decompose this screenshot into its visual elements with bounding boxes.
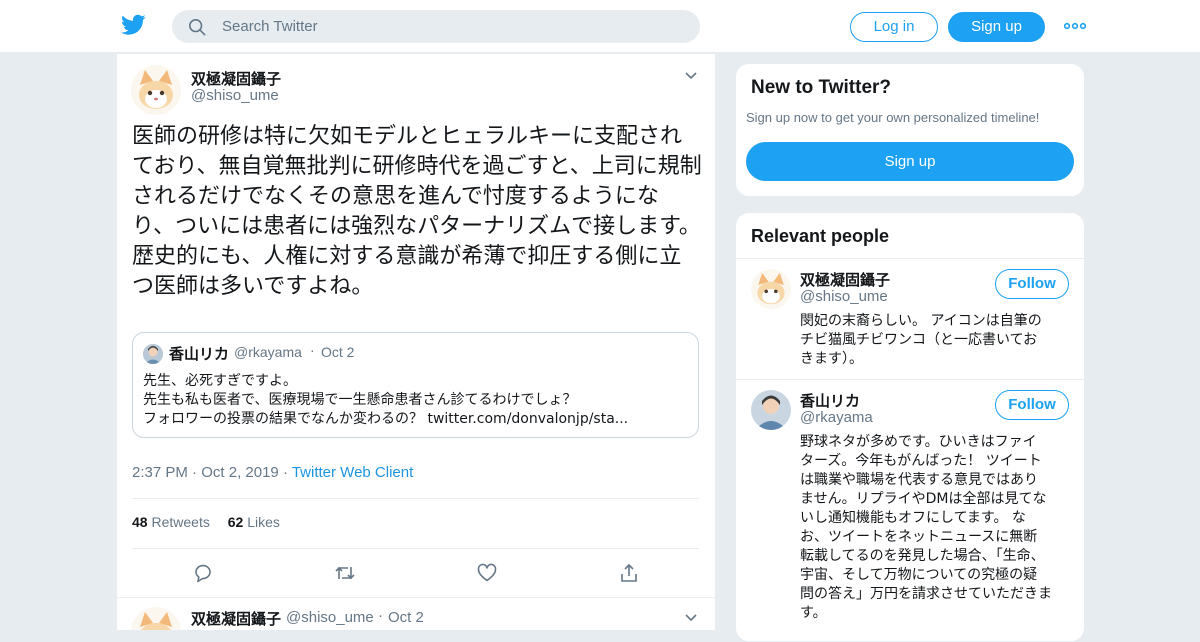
retweet-count-value: 48 [132, 514, 148, 530]
tweet-time: 2:37 PM [132, 464, 188, 481]
share-icon[interactable] [619, 563, 639, 583]
person-handle[interactable]: @shiso_ume [800, 288, 888, 305]
tweet-timestamp[interactable]: 2:37 PM · Oct 2, 2019 · Twitter Web Clie… [132, 464, 413, 481]
follow-button[interactable]: Follow [995, 390, 1069, 420]
like-count-label: Likes [247, 514, 280, 530]
person-bio: 野球ネタが多めです。ひいきはファイ ターズ。今年もがんばった！ ツイート は職業… [800, 433, 1068, 623]
next-tweet-author-handle[interactable]: @shiso_ume [286, 609, 374, 626]
person-avatar-icon [751, 390, 791, 430]
like-icon[interactable] [477, 563, 497, 583]
bio-line: いし通知機能もオフにしてます。 な [800, 510, 1026, 526]
relevant-people-title: Relevant people [751, 226, 890, 246]
next-tweet-date[interactable]: Oct 2 [388, 609, 424, 626]
quoted-author-handle: @rkayama [234, 344, 302, 360]
bio-line: 閔妃の末裔らしい。 アイコンは自筆の [800, 313, 1042, 329]
signup-button[interactable]: Sign up [948, 12, 1045, 42]
follow-button[interactable]: Follow [995, 269, 1069, 299]
twitter-bird-icon[interactable] [121, 14, 146, 36]
quoted-text-line: 先生も私も医者で、医療現場で一生懸命患者さん診てるわけでしょ？ [143, 392, 577, 408]
like-count[interactable]: 62 Likes [228, 514, 280, 530]
signup-card: New to Twitter? Sign up now to get your … [735, 63, 1085, 197]
bio-line: す。 [800, 605, 827, 621]
avatar[interactable] [131, 65, 181, 115]
divider [117, 597, 715, 598]
reply-icon[interactable] [193, 563, 213, 583]
tweet-date: Oct 2, 2019 [201, 464, 279, 481]
person-avatar-icon [143, 344, 163, 364]
tweet-column: 双極凝固鑷子 @shiso_ume 医師の研修は特に欠如モデルとヒェラルキーに支… [116, 54, 716, 630]
chevron-down-icon[interactable] [684, 71, 698, 81]
divider [736, 258, 1084, 259]
person-name[interactable]: 双極凝固鑷子 [800, 269, 890, 290]
next-tweet-author-name[interactable]: 双極凝固鑷子 [191, 608, 281, 629]
quoted-text-line: 先生、必死すぎですよ。 [143, 373, 297, 389]
quoted-date: Oct 2 [321, 344, 355, 360]
tweet-text: 医師の研修は特に欠如モデルとヒェラルキーに支配されており、無自覚無批判に研修時代… [132, 124, 702, 299]
tweet-stats: 48 Retweets 62 Likes [132, 514, 280, 530]
chevron-down-icon[interactable] [684, 613, 698, 623]
cat-avatar-icon [131, 607, 181, 630]
bio-line: は職業や職場を代表する意見ではあり [800, 472, 1038, 488]
bio-line: ターズ。今年もがんばった！ ツイート [800, 453, 1042, 469]
bio-line: お、ツイートをネットニュースに無断 [800, 529, 1038, 545]
bio-line: ません。リプライやDMは全部は見てな [800, 491, 1047, 507]
tweet-client-link[interactable]: Twitter Web Client [292, 464, 413, 481]
quoted-dot-separator: · [310, 342, 315, 358]
quoted-avatar [143, 344, 163, 364]
author-handle[interactable]: @shiso_ume [191, 87, 279, 104]
retweet-icon[interactable] [335, 563, 355, 583]
dot-separator: · [378, 607, 383, 624]
dot-separator: · [187, 464, 202, 481]
person-avatar[interactable] [751, 269, 791, 309]
cat-avatar-icon [751, 269, 791, 309]
person-avatar[interactable] [751, 390, 791, 430]
divider [132, 548, 699, 549]
signup-card-subtitle: Sign up now to get your own personalized… [746, 110, 1040, 125]
signup-card-button[interactable]: Sign up [746, 142, 1074, 181]
top-bar: Log in Sign up [0, 0, 1200, 53]
cat-avatar-icon [131, 65, 181, 115]
search-icon [188, 18, 206, 36]
retweet-count-label: Retweets [151, 514, 210, 530]
bio-line: 転載してるのを発見した場合、「生命、 [800, 548, 1045, 564]
search-bar[interactable] [172, 10, 700, 43]
avatar[interactable] [131, 607, 181, 630]
signup-card-title: New to Twitter? [751, 77, 892, 98]
retweet-count[interactable]: 48 Retweets [132, 514, 210, 530]
divider [132, 498, 699, 499]
search-input[interactable] [222, 10, 682, 43]
quoted-author-name: 香山リカ [169, 346, 230, 363]
bio-line: 問の答え」万円を請求させていただきま [800, 586, 1052, 602]
login-button[interactable]: Log in [850, 12, 938, 42]
person-handle[interactable]: @rkayama [800, 409, 873, 426]
bio-line: きます）。 [800, 351, 863, 367]
bio-line: チビ猫風チビワンコ（と一応書いてお [800, 332, 1038, 348]
relevant-people-card: Relevant people 双極凝固鑷子 @shiso_ume Follow… [735, 212, 1085, 642]
bio-line: 宇宙、そして万物についての究極の疑 [800, 567, 1038, 583]
like-count-value: 62 [227, 514, 244, 530]
divider [736, 379, 1084, 380]
person-name[interactable]: 香山リカ [800, 390, 860, 411]
more-dots-icon[interactable] [1064, 20, 1086, 32]
quoted-text-line: フォロワーの投票の結果でなんか変わるの？ twitter.com/donvalo… [143, 411, 629, 427]
dot-separator: · [278, 464, 292, 481]
quoted-tweet[interactable]: 香山リカ @rkayama · Oct 2 先生、必死すぎですよ。 先生も私も医… [132, 332, 699, 438]
person-bio: 閔妃の末裔らしい。 アイコンは自筆の チビ猫風チビワンコ（と一応書いてお きます… [800, 312, 1068, 369]
author-name[interactable]: 双極凝固鑷子 [191, 68, 281, 89]
bio-line: 野球ネタが多めです。ひいきはファイ [800, 434, 1037, 450]
